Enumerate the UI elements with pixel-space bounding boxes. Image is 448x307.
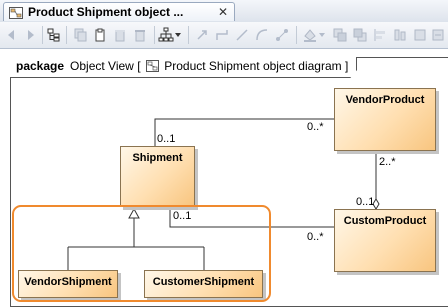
multiplicity-label: 2..* [379, 156, 396, 168]
node-label: Shipment [132, 152, 183, 164]
multiplicity-label: 0..* [307, 231, 324, 243]
multiplicity-label: 0..1 [356, 196, 375, 208]
node-label: VendorProduct [345, 94, 425, 106]
node-shipment[interactable]: Shipment [120, 146, 195, 207]
multiplicity-label: 0..1 [157, 133, 176, 145]
node-label: CustomProduct [343, 215, 427, 227]
highlight-box [12, 205, 271, 302]
node-vendor-product[interactable]: VendorProduct [334, 88, 436, 151]
node-custom-product[interactable]: CustomProduct [334, 209, 436, 272]
multiplicity-label: 0..* [307, 121, 324, 133]
